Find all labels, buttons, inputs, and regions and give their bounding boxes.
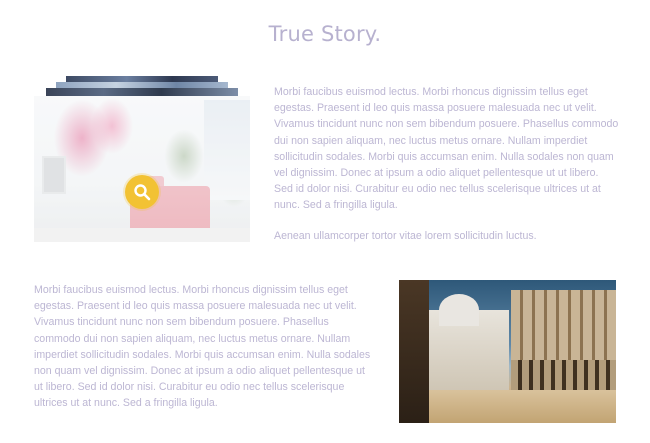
photo-stack-gallery[interactable] bbox=[34, 74, 250, 242]
featured-photo[interactable] bbox=[34, 96, 250, 242]
stacked-photo bbox=[46, 88, 238, 96]
photo-hover-overlay bbox=[34, 96, 250, 242]
page: True Story. Morbi faucibus euismod lectu… bbox=[0, 0, 650, 443]
page-title: True Story. bbox=[268, 22, 382, 46]
photo-detail bbox=[399, 390, 616, 423]
story-paragraph: Morbi faucibus euismod lectus. Morbi rho… bbox=[274, 86, 619, 212]
story-paragraph: Morbi faucibus euismod lectus. Morbi rho… bbox=[34, 284, 371, 410]
photo-detail bbox=[511, 360, 616, 390]
story-paragraph: Aenean ullamcorper tortor vitae lorem so… bbox=[274, 230, 537, 242]
search-icon bbox=[134, 184, 151, 201]
zoom-button[interactable] bbox=[125, 175, 159, 209]
venice-square-photo bbox=[399, 280, 616, 423]
photo-detail bbox=[399, 280, 429, 423]
photo-detail bbox=[439, 294, 479, 326]
